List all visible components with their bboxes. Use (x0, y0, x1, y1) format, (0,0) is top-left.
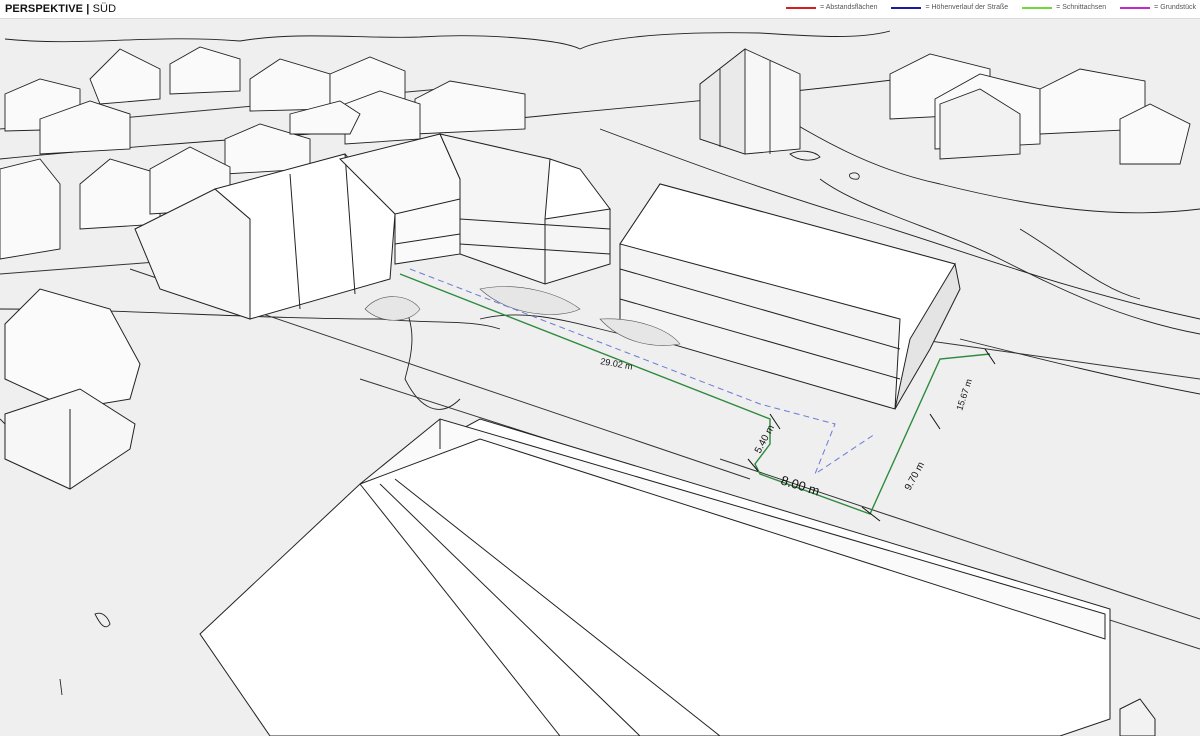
legend-label: = Schnittachsen (1056, 4, 1107, 11)
legend-item-schnittachsen: = Schnittachsen (1022, 4, 1106, 11)
perspective-scene: 29.02 m 5.40 m 8.00 m 9.70 m 15.67 m (0, 19, 1200, 736)
view-title-separator: | (86, 3, 90, 15)
legend-swatch-green (1022, 6, 1053, 9)
view-title-direction: SÜD (92, 3, 117, 15)
view-title: PERSPEKTIVE | SÜD (5, 3, 116, 15)
header-bar: PERSPEKTIVE | SÜD = Abstandsflächen = Hö… (0, 0, 1200, 18)
view-title-main: PERSPEKTIVE (5, 3, 84, 15)
legend-label: = Grundstück (1154, 4, 1196, 11)
legend-swatch-blue (891, 6, 922, 9)
legend-swatch-magenta (1120, 6, 1151, 9)
legend-label: = Höhenverlauf der Straße (925, 4, 1009, 11)
legend-label: = Abstandsflächen (820, 4, 878, 11)
legend-item-hoehenverlauf: = Höhenverlauf der Straße (891, 4, 1008, 11)
legend: = Abstandsflächen = Höhenverlauf der Str… (786, 4, 1196, 11)
legend-item-grundstueck: = Grundstück (1120, 4, 1196, 11)
legend-item-abstandsflaechen: = Abstandsflächen (786, 4, 877, 11)
legend-swatch-red (786, 6, 817, 9)
